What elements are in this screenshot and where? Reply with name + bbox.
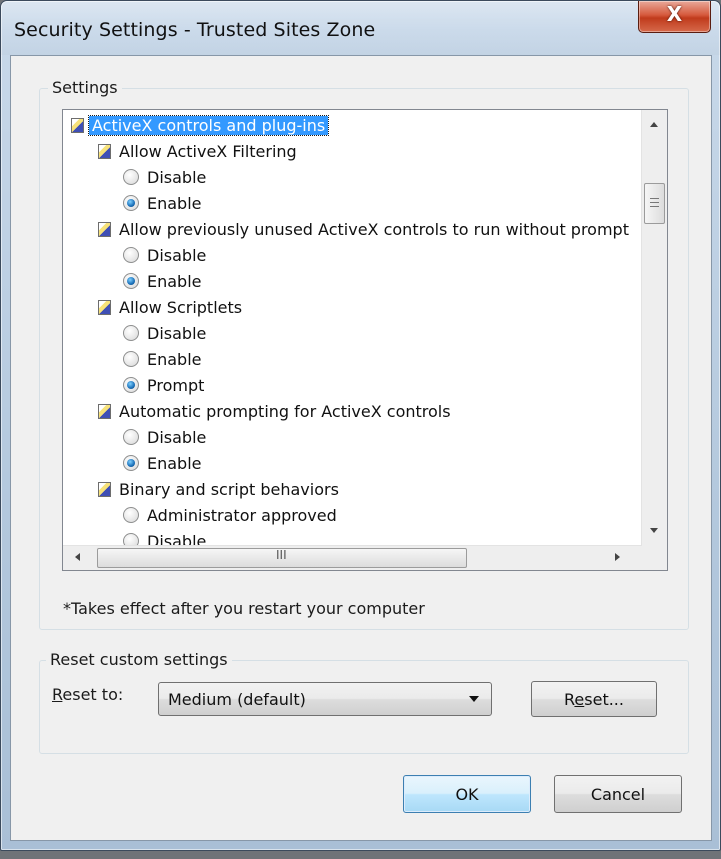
radio-option[interactable]: Prompt	[123, 373, 204, 397]
scroll-right-icon[interactable]	[615, 553, 620, 561]
scroll-up-icon[interactable]	[650, 122, 658, 127]
settings-category-icon	[98, 221, 111, 237]
radio-unchecked-icon[interactable]	[123, 247, 139, 263]
tree-setting[interactable]: Allow previously unused ActiveX controls…	[98, 217, 629, 241]
reset-to-mnemonic: R	[52, 685, 63, 704]
tree-item-label: Administrator approved	[147, 505, 337, 525]
window-title: Security Settings - Trusted Sites Zone	[14, 19, 376, 41]
radio-option[interactable]: Disable	[123, 425, 206, 449]
settings-category-icon	[98, 481, 111, 497]
security-settings-dialog: Security Settings - Trusted Sites Zone X…	[0, 0, 721, 851]
tree-setting[interactable]: Automatic prompting for ActiveX controls	[98, 399, 451, 423]
tree-item-label: Enable	[147, 349, 202, 369]
reset-level-select[interactable]: Medium (default)	[158, 682, 492, 716]
reset-button[interactable]: Reset...	[531, 681, 657, 717]
radio-option[interactable]: Disable	[123, 165, 206, 189]
reset-to-label: Reset to:	[52, 685, 123, 704]
reset-button-label: Reset...	[564, 689, 624, 709]
radio-option[interactable]: Disable	[123, 321, 206, 345]
scroll-grip-icon: III	[276, 548, 287, 562]
horizontal-scrollbar[interactable]: III	[63, 545, 642, 570]
title-bar[interactable]: Security Settings - Trusted Sites Zone X	[1, 1, 720, 55]
tree-item-label: Enable	[147, 193, 202, 213]
tree-setting[interactable]: Allow ActiveX Filtering	[98, 139, 297, 163]
radio-option[interactable]: Enable	[123, 269, 202, 293]
restart-note: *Takes effect after you restart your com…	[63, 599, 425, 618]
radio-checked-icon[interactable]	[123, 273, 139, 289]
radio-unchecked-icon[interactable]	[123, 351, 139, 367]
close-icon: X	[666, 2, 683, 26]
tree-item-label: Disable	[147, 167, 207, 187]
cancel-button[interactable]: Cancel	[554, 775, 682, 813]
tree-item-label: ActiveX controls and plug-ins	[87, 114, 330, 136]
settings-category-icon	[98, 403, 111, 419]
radio-unchecked-icon[interactable]	[123, 169, 139, 185]
tree-item-label: Prompt	[147, 375, 205, 395]
reset-group-label: Reset custom settings	[46, 650, 232, 669]
tree-category[interactable]: ActiveX controls and plug-ins	[71, 113, 330, 137]
tree-item-label: Allow previously unused ActiveX controls…	[119, 219, 629, 239]
radio-option[interactable]: Disable	[123, 243, 206, 267]
radio-checked-icon[interactable]	[123, 377, 139, 393]
ok-button[interactable]: OK	[403, 775, 531, 813]
tree-item-label: Disable	[147, 427, 207, 447]
settings-tree[interactable]: ActiveX controls and plug-ins Allow Activ…	[62, 109, 668, 571]
tree-setting[interactable]: Binary and script behaviors	[98, 477, 339, 501]
vertical-scrollbar[interactable]	[641, 110, 667, 546]
reset-level-value: Medium (default)	[168, 689, 306, 709]
tree-item-label: Enable	[147, 453, 202, 473]
chevron-down-icon	[469, 696, 479, 702]
radio-option[interactable]: Enable	[123, 451, 202, 475]
settings-category-icon	[71, 117, 84, 133]
radio-unchecked-icon[interactable]	[123, 507, 139, 523]
radio-unchecked-icon[interactable]	[123, 325, 139, 341]
scroll-left-icon[interactable]	[75, 553, 80, 561]
scrollbar-corner	[642, 546, 667, 570]
tree-item-label: Binary and script behaviors	[119, 479, 339, 499]
tree-item-label: Disable	[147, 323, 207, 343]
tree-item-label: Allow ActiveX Filtering	[119, 141, 297, 161]
settings-group-label: Settings	[48, 78, 122, 97]
close-button[interactable]: X	[638, 1, 711, 33]
tree-setting[interactable]: Allow Scriptlets	[98, 295, 242, 319]
tree-item-label: Automatic prompting for ActiveX controls	[119, 401, 451, 421]
vertical-scroll-thumb[interactable]	[644, 183, 665, 224]
tree-item-label: Disable	[147, 245, 207, 265]
horizontal-scroll-thumb[interactable]: III	[97, 548, 467, 568]
reset-to-label-rest: eset to:	[62, 685, 124, 704]
radio-option[interactable]: Enable	[123, 191, 202, 215]
radio-checked-icon[interactable]	[123, 195, 139, 211]
radio-unchecked-icon[interactable]	[123, 429, 139, 445]
settings-category-icon	[98, 299, 111, 315]
radio-checked-icon[interactable]	[123, 455, 139, 471]
radio-option[interactable]: Enable	[123, 347, 202, 371]
tree-item-label: Enable	[147, 271, 202, 291]
scroll-down-icon[interactable]	[650, 528, 658, 533]
tree-item-label: Allow Scriptlets	[119, 297, 243, 317]
dialog-body: Settings ActiveX controls and plug-ins Al…	[10, 55, 712, 841]
radio-option[interactable]: Administrator approved	[123, 503, 337, 527]
settings-category-icon	[98, 143, 111, 159]
